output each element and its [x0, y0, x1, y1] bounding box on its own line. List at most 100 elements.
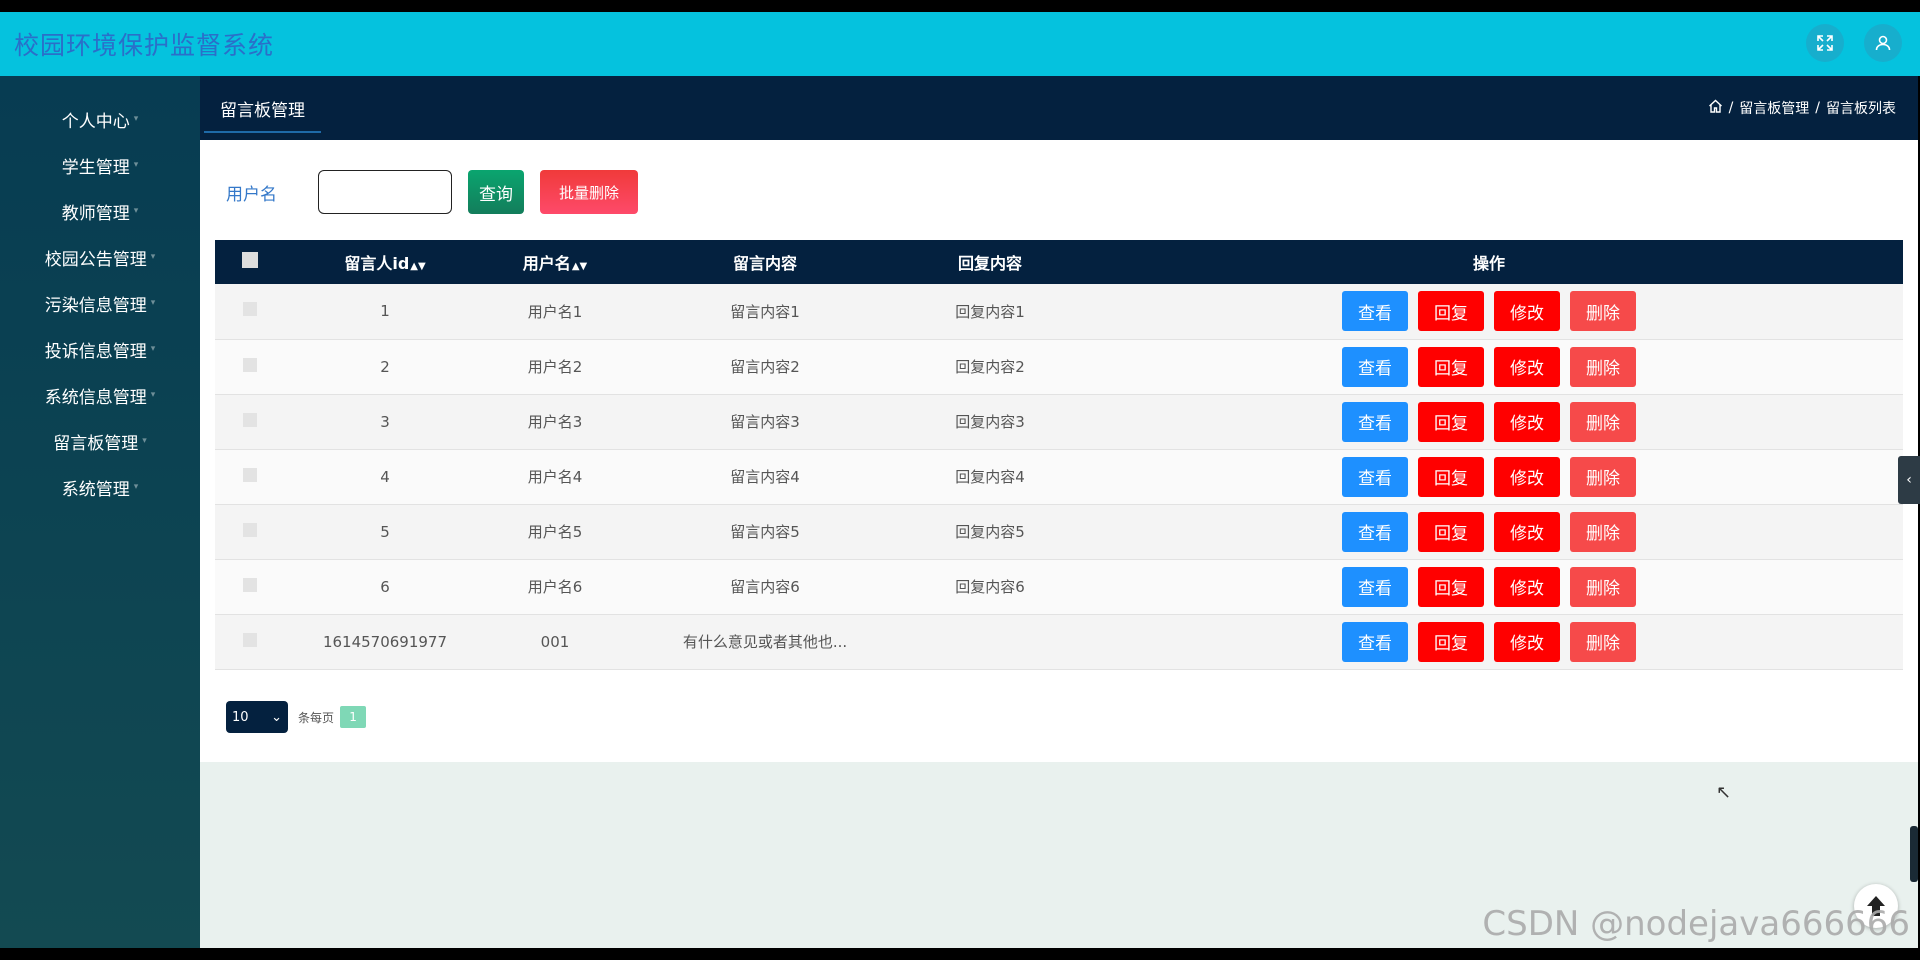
delete-button[interactable]: 删除	[1570, 566, 1636, 607]
sidebar-item-complaints[interactable]: 投诉信息管理 ▾	[0, 326, 200, 372]
reply-button[interactable]: 回复	[1418, 456, 1484, 497]
reply-button[interactable]: 回复	[1418, 621, 1484, 662]
username-label: 用户名	[226, 184, 277, 205]
row-checkbox[interactable]	[243, 522, 257, 537]
reply-button[interactable]: 回复	[1418, 291, 1484, 332]
reply-button[interactable]: 回复	[1418, 401, 1484, 442]
edit-button[interactable]: 修改	[1494, 621, 1560, 662]
delete-button[interactable]: 删除	[1570, 401, 1636, 442]
col-header-content: 留言内容	[625, 240, 905, 284]
page-size-select[interactable]: 10 ⌄	[226, 701, 288, 733]
page-number-current[interactable]: 1	[340, 706, 367, 728]
view-button[interactable]: 查看	[1342, 346, 1408, 387]
col-header-label: 留言人id	[344, 254, 410, 273]
delete-button[interactable]: 删除	[1570, 291, 1636, 332]
cell-username: 001	[485, 614, 625, 670]
view-button[interactable]: 查看	[1342, 566, 1408, 607]
username-search-input[interactable]	[318, 170, 452, 214]
cell-actions: 查看 回复 修改 删除	[1075, 449, 1903, 505]
view-button[interactable]: 查看	[1342, 511, 1408, 552]
edit-button[interactable]: 修改	[1494, 511, 1560, 552]
row-select-cell	[215, 284, 285, 340]
sort-icon: ▲▼	[410, 261, 426, 272]
reply-button[interactable]: 回复	[1418, 566, 1484, 607]
view-button[interactable]: 查看	[1342, 401, 1408, 442]
row-checkbox[interactable]	[243, 632, 257, 647]
row-actions: 查看 回复 修改 删除	[1075, 401, 1903, 442]
sidebar-item-label: 校园公告管理	[44, 249, 147, 270]
cell-reply: 回复内容2	[905, 339, 1075, 395]
row-select-cell	[215, 449, 285, 505]
cell-reply: 回复内容1	[905, 284, 1075, 340]
col-header-id[interactable]: 留言人id▲▼	[285, 240, 485, 284]
frame-bottom	[0, 948, 1920, 960]
chevron-down-icon: ▾	[150, 252, 156, 262]
col-header-username[interactable]: 用户名▲▼	[485, 240, 625, 284]
cell-content: 留言内容1	[625, 284, 905, 340]
row-checkbox[interactable]	[243, 302, 257, 317]
sidebar-item-system-info[interactable]: 系统信息管理 ▾	[0, 372, 200, 418]
row-checkbox[interactable]	[243, 357, 257, 372]
view-button[interactable]: 查看	[1342, 456, 1408, 497]
sidebar-item-label: 教师管理	[61, 203, 130, 224]
page-size-value: 10	[232, 709, 249, 725]
home-icon[interactable]	[1708, 99, 1723, 117]
sidebar-item-teachers[interactable]: 教师管理 ▾	[0, 188, 200, 234]
sidebar-item-label: 学生管理	[61, 157, 130, 178]
chevron-down-icon: ▾	[133, 206, 139, 216]
row-actions: 查看 回复 修改 删除	[1075, 511, 1903, 552]
edit-button[interactable]: 修改	[1494, 291, 1560, 332]
breadcrumb-item-current: 留言板列表	[1826, 101, 1896, 117]
reply-button[interactable]: 回复	[1418, 346, 1484, 387]
query-button[interactable]: 查询	[468, 170, 524, 214]
sidebar-item-system[interactable]: 系统管理 ▾	[0, 464, 200, 510]
sidebar-item-students[interactable]: 学生管理 ▾	[0, 142, 200, 188]
edit-button[interactable]: 修改	[1494, 401, 1560, 442]
delete-button[interactable]: 删除	[1570, 621, 1636, 662]
delete-button[interactable]: 删除	[1570, 346, 1636, 387]
cell-content: 留言内容5	[625, 504, 905, 560]
row-actions: 查看 回复 修改 删除	[1075, 291, 1903, 332]
select-all-checkbox[interactable]	[242, 252, 258, 268]
user-icon[interactable]	[1864, 24, 1902, 62]
reply-button[interactable]: 回复	[1418, 511, 1484, 552]
row-actions: 查看 回复 修改 删除	[1075, 456, 1903, 497]
breadcrumb-item[interactable]: 留言板管理	[1739, 98, 1809, 118]
row-select-cell	[215, 339, 285, 395]
fullscreen-icon[interactable]	[1806, 24, 1844, 62]
row-select-cell	[215, 614, 285, 670]
scrollbar[interactable]	[1910, 826, 1918, 882]
tab-message-board[interactable]: 留言板管理	[204, 86, 321, 133]
row-checkbox[interactable]	[243, 412, 257, 427]
batch-delete-button[interactable]: 批量删除	[540, 170, 638, 214]
collapse-panel-toggle[interactable]: ‹	[1898, 456, 1920, 504]
search-form: 用户名 查询 批量删除	[226, 170, 638, 214]
delete-button[interactable]: 删除	[1570, 456, 1636, 497]
edit-button[interactable]: 修改	[1494, 566, 1560, 607]
view-button[interactable]: 查看	[1342, 291, 1408, 332]
sidebar-item-label: 污染信息管理	[44, 295, 147, 316]
cell-actions: 查看 回复 修改 删除	[1075, 394, 1903, 450]
delete-button[interactable]: 删除	[1570, 511, 1636, 552]
cell-actions: 查看 回复 修改 删除	[1075, 614, 1903, 670]
sidebar-item-profile[interactable]: 个人中心 ▾	[0, 96, 200, 142]
cell-username: 用户名3	[485, 394, 625, 450]
edit-button[interactable]: 修改	[1494, 456, 1560, 497]
chevron-down-icon: ▾	[150, 344, 156, 354]
sidebar-item-announcements[interactable]: 校园公告管理 ▾	[0, 234, 200, 280]
table-row: 2 用户名2 留言内容2 回复内容2 查看 回复 修改 删除	[215, 339, 1903, 395]
sidebar-item-message-board[interactable]: 留言板管理 ▾	[0, 418, 200, 464]
row-checkbox[interactable]	[243, 577, 257, 592]
edit-button[interactable]: 修改	[1494, 346, 1560, 387]
sidebar-item-label: 投诉信息管理	[44, 341, 147, 362]
app-title: 校园环境保护监督系统	[14, 31, 275, 60]
row-checkbox[interactable]	[243, 467, 257, 482]
cell-username: 用户名4	[485, 449, 625, 505]
sidebar: 个人中心 ▾ 学生管理 ▾ 教师管理 ▾ 校园公告管理 ▾ 污染信息管理 ▾ 投诉信息管理…	[0, 76, 200, 948]
sidebar-item-label: 系统管理	[61, 479, 130, 500]
view-button[interactable]: 查看	[1342, 621, 1408, 662]
cell-reply: 回复内容3	[905, 394, 1075, 450]
sidebar-item-pollution[interactable]: 污染信息管理 ▾	[0, 280, 200, 326]
row-actions: 查看 回复 修改 删除	[1075, 346, 1903, 387]
sidebar-item-label: 留言板管理	[53, 433, 139, 454]
